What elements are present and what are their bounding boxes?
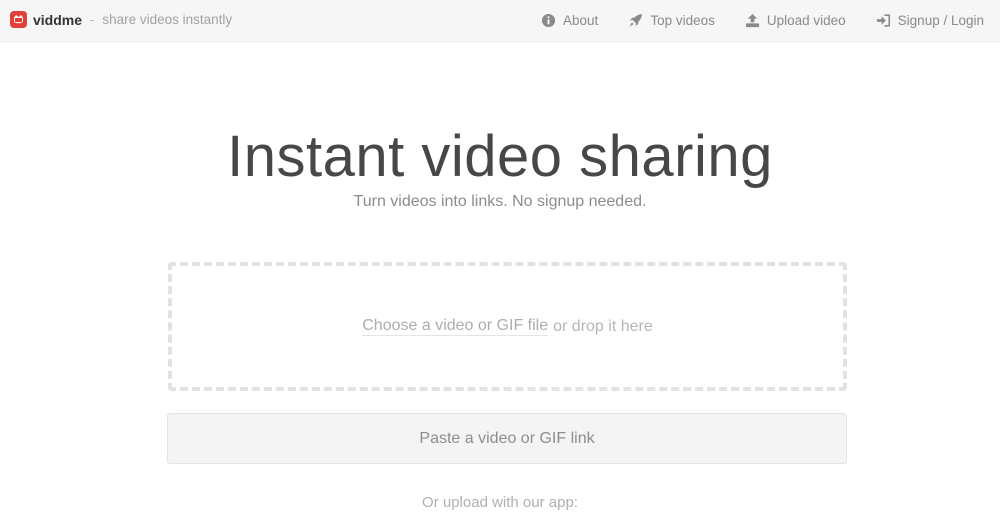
- nav-signup-login[interactable]: Signup / Login: [876, 13, 984, 28]
- brand-separator: -: [90, 12, 95, 27]
- video-dropzone[interactable]: Choose a video or GIF file or drop it he…: [168, 262, 847, 391]
- upload-icon: [745, 13, 759, 27]
- hero-subtitle: Turn videos into links. No signup needed…: [353, 193, 647, 210]
- nav-top-videos-label[interactable]: Top videos: [650, 13, 715, 28]
- hero-title: Instant video sharing: [227, 124, 773, 189]
- choose-file-link[interactable]: Choose a video or GIF file: [362, 317, 549, 336]
- rocket-icon: [629, 13, 643, 27]
- top-navbar: viddme - share videos instantly About To…: [0, 0, 1000, 42]
- nav-about[interactable]: About: [541, 13, 598, 28]
- brand-name[interactable]: viddme: [33, 12, 82, 28]
- nav-signup-login-label[interactable]: Signup / Login: [898, 13, 984, 28]
- nav-top-videos[interactable]: Top videos: [628, 13, 715, 28]
- nav-about-label[interactable]: About: [563, 13, 598, 28]
- main-nav: About Top videos Upload video Signup / L…: [511, 0, 984, 40]
- paste-link-input[interactable]: Paste a video or GIF link: [167, 413, 847, 464]
- sign-in-icon: [876, 13, 890, 27]
- viddme-logo-icon: [10, 11, 27, 28]
- brand-tagline: share videos instantly: [102, 12, 233, 27]
- info-circle-icon: [541, 13, 556, 27]
- nav-upload-video[interactable]: Upload video: [745, 13, 846, 28]
- brand[interactable]: viddme - share videos instantly: [10, 11, 232, 28]
- nav-upload-video-label[interactable]: Upload video: [767, 13, 846, 28]
- app-upload-label: Or upload with our app:: [422, 494, 578, 511]
- dropzone-hint: or drop it here: [553, 317, 653, 335]
